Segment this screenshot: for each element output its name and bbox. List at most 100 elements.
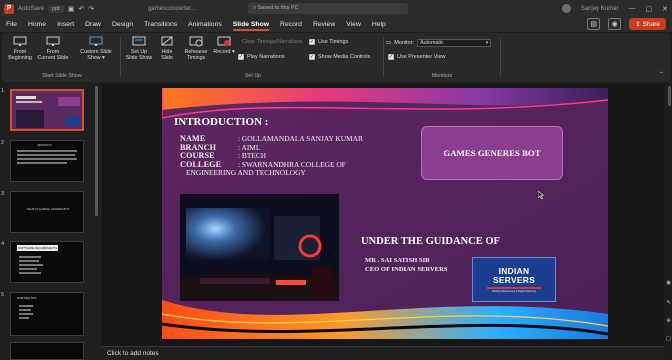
slide-thumbnail-2[interactable]: ABSTRACT (10, 140, 84, 182)
menu-bar: File Home Insert Draw Design Transitions Anima… (0, 17, 672, 32)
show-media-controls-checkbox[interactable]: ✓ Show Media Controls (309, 54, 370, 60)
redo-icon[interactable]: ↷ (88, 5, 94, 13)
thumb-text-line (19, 317, 29, 319)
thumb-image (16, 110, 44, 128)
canvas-scrollbar-thumb[interactable] (668, 86, 671, 106)
share-button[interactable]: ⇪ Share (629, 18, 666, 30)
monitor-icon: ▭ (386, 40, 392, 46)
close-button[interactable]: ✕ (662, 5, 668, 13)
from-current-slide-button[interactable]: From Current Slide (35, 36, 71, 61)
title-bar: P AutoSave ppt ▣ ↶ ↷ gamesconcerter... ⌕… (0, 0, 672, 17)
tab-view[interactable]: View (346, 17, 361, 32)
slide-number: 1 (1, 88, 5, 94)
tab-review[interactable]: Review (313, 17, 335, 32)
ribbon-divider (500, 37, 501, 77)
slide-thumbnails-panel: 1 2 ABSTRACT 3 WHAT IS GAMING GENRES BOT… (0, 84, 102, 360)
gaming-setup-image (180, 194, 339, 301)
fit-icon[interactable]: ▢ (665, 336, 672, 342)
from-beginning-button[interactable]: From Beginning (6, 36, 34, 61)
zoom-icon[interactable]: ⊕ (665, 318, 672, 324)
save-icon[interactable]: ▣ (68, 5, 75, 13)
slideshow-current-icon (46, 36, 60, 46)
record-slide-icon (217, 36, 231, 46)
guide-details: MR . SAI SATISH SIR CEO OF INDIAN SERVER… (365, 257, 448, 274)
monitor-label: Monitor: (394, 40, 415, 46)
slide-number: 5 (1, 292, 5, 298)
thumb-title: EXISTING SYS (17, 296, 37, 300)
notes-placeholder: Click to add notes (107, 350, 159, 357)
rehearse-timer-icon (189, 36, 203, 47)
thumb-title: WHAT IS GAMING GENRES BOT (26, 207, 70, 211)
ribbon-divider (120, 37, 121, 77)
share-icon: ⇪ (635, 21, 641, 28)
user-name[interactable]: Sanjay Kumar (581, 6, 619, 12)
notes-pane[interactable]: Click to add notes (102, 346, 664, 360)
comments-icon[interactable]: ▤ (587, 18, 601, 30)
thumb-logo (66, 117, 80, 126)
start-slide-show-group-label: Start Slide Show (42, 73, 82, 79)
tab-home[interactable]: Home (28, 17, 46, 32)
monitor-dropdown[interactable]: Automatic (417, 39, 492, 47)
undo-icon[interactable]: ↶ (78, 5, 84, 13)
camera-icon[interactable]: ◉ (665, 280, 672, 286)
tab-transitions[interactable]: Transitions (144, 17, 177, 32)
custom-slide-show-button[interactable]: Custom Slide Show ▾ (76, 36, 116, 61)
thumb-text-line (19, 309, 31, 311)
presenter-view-checkbox[interactable]: ✓ Use Presenter View (388, 54, 446, 60)
slide-title: INTRODUCTION : (174, 116, 269, 128)
avatar[interactable] (561, 4, 571, 13)
slide-thumbnail-4[interactable]: SOFTWARE REQUIREMENTS (10, 241, 84, 283)
maximize-button[interactable]: ▢ (646, 5, 653, 13)
collapse-ribbon-icon[interactable]: ⌃ (659, 71, 664, 78)
checkbox-checked-icon: ✓ (238, 53, 244, 60)
logo-underline (487, 286, 541, 289)
tab-slide-show[interactable]: Slide Show (232, 17, 270, 32)
slide-number: 3 (1, 191, 5, 197)
checkbox-checked-icon: ✓ (309, 53, 315, 60)
slideshow-start-icon (13, 36, 27, 46)
slide-thumbnail-3[interactable]: WHAT IS GAMING GENRES BOT (10, 191, 84, 233)
thumb-text-line (17, 158, 77, 160)
slide[interactable]: INTRODUCTION : NAME: GOLLAMANDALA SANJAY… (162, 88, 608, 339)
custom-show-icon (89, 36, 103, 46)
rehearse-timings-button[interactable]: Rehearse Timings (181, 36, 211, 61)
mouse-cursor-icon (538, 191, 544, 199)
thumb-text-line (19, 268, 37, 270)
use-timings-checkbox[interactable]: ✓ Use Timings (309, 39, 348, 45)
powerpoint-window: P AutoSave ppt ▣ ↶ ↷ gamesconcerter... ⌕… (0, 0, 672, 360)
hide-slide-icon (161, 36, 173, 46)
ribbon-divider (383, 37, 384, 77)
tab-animations[interactable]: Animations (188, 17, 222, 32)
thumb-text-line (19, 256, 41, 258)
tab-insert[interactable]: Insert (57, 17, 74, 32)
tab-record[interactable]: Record (280, 17, 302, 32)
thumbnails-scrollbar[interactable] (95, 86, 98, 216)
hide-slide-button[interactable]: Hide Slide (156, 36, 178, 61)
tab-design[interactable]: Design (112, 17, 133, 32)
slide-thumbnail-1[interactable] (10, 89, 84, 131)
minimize-button[interactable]: — (629, 5, 636, 12)
thumb-box (58, 97, 80, 106)
indian-servers-logo: INDIAN SERVERS Website Maintenance & Dig… (472, 257, 556, 302)
tab-help[interactable]: Help (372, 17, 386, 32)
thumb-text-line (19, 260, 39, 262)
play-narrations-checkbox[interactable]: ✓ Play Narrations (238, 54, 285, 60)
tab-file[interactable]: File (6, 17, 17, 32)
slide-thumbnail-6[interactable] (10, 342, 84, 360)
record-icon[interactable]: ◉ (608, 18, 622, 30)
monitor-selector[interactable]: ▭ Monitor: Automatic (386, 39, 492, 47)
menu-tabs: File Home Insert Draw Design Transitions Anima… (0, 17, 386, 32)
autosave-toggle[interactable]: ppt (48, 4, 64, 13)
record-button[interactable]: Record ▾ (212, 36, 236, 55)
search-box[interactable]: ⌕ Saved to this PC (248, 3, 408, 14)
student-info: NAME: GOLLAMANDALA SANJAY KUMAR BRANCH: A… (180, 134, 363, 178)
tab-draw[interactable]: Draw (85, 17, 101, 32)
document-name[interactable]: gamesconcerter... (148, 6, 196, 12)
logo-tagline: Website Maintenance & Digital Marketing (492, 289, 536, 293)
set-up-slide-show-button[interactable]: Set Up Slide Show (124, 36, 154, 61)
college-wrap-line: ENGINEERING AND TECHNOLOGY (186, 168, 306, 178)
setup-icon (132, 36, 146, 46)
guide-name: MR . SAI SATISH SIR (365, 257, 430, 264)
pen-icon[interactable]: ✎ (665, 300, 672, 306)
slide-thumbnail-5[interactable]: EXISTING SYS (10, 292, 84, 336)
